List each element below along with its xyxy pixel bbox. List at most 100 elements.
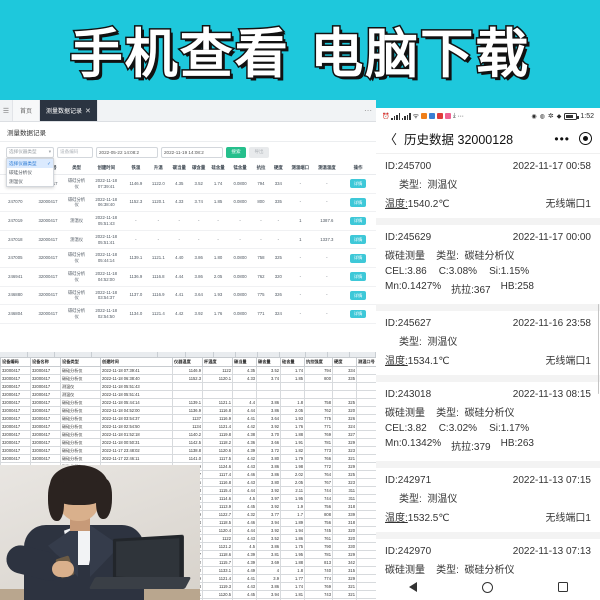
spreadsheet-row[interactable]: 32000417 32000417 碳硅分析仪 2022-11-18 03:54:37… [0,414,376,423]
table-cell-id: 246804 [0,304,31,324]
table-cell-si: 1.74 [208,174,228,194]
history-record-list[interactable]: ID:245700 2022-11-17 00:58 类型: 测温仪 温度:1540.… [376,154,600,574]
nav-home-icon[interactable] [481,581,493,593]
table-row[interactable]: 247018 32000417 测温仪 2022-11-18 05:51:41- - - -… [0,230,376,250]
record-metrics-row-1: CEL:3.86 C:3.08% Si:1.15% [385,266,591,277]
spreadsheet-row[interactable]: 32000417 32000417 碳硅分析仪 2022-11-18 01:52:18… [0,430,376,439]
record-type: 类型: 碳硅分析仪 [436,408,515,419]
history-record-card[interactable]: ID:245700 2022-11-17 00:58 类型: 测温仪 温度:1540.… [376,154,600,218]
dropdown-option-2[interactable]: 测温仪 [7,177,53,186]
spreadsheet-cell [304,390,333,399]
row-detail-button[interactable]: 详情 [349,235,367,244]
date-to-input[interactable]: 2022-11-19 14:08:2 [161,146,223,158]
spreadsheet-cell: 1.79 [280,454,305,463]
close-icon[interactable]: ✕ [85,107,91,115]
spreadsheet-cell: 334 [332,366,357,375]
table-row[interactable]: 246804 32000417 碳硅分析仪 2022-11-18 02:54:50 11… [0,304,376,324]
spreadsheet-row[interactable]: 32000417 32000417 碳硅分析仪 2022-11-18 00:50:31… [0,438,376,447]
spreadsheet-cell: 4.46 [232,470,257,479]
spreadsheet-cell [356,526,376,535]
row-detail-button[interactable]: 详情 [349,309,367,319]
table-cell-time: 2022-11-18 05:51:43 [87,211,125,231]
history-record-card[interactable]: ID:242971 2022-11-13 07:15 类型: 测温仪 温度:1532.… [376,468,600,532]
record-temperature: 温度:1532.5℃ [385,513,450,524]
spreadsheet-cell: 3.92 [256,502,281,511]
battery-icon [564,112,579,120]
device-code-input[interactable]: 设备编码 [57,146,93,158]
device-type-select[interactable]: 选择仪器类型 ▾ [6,146,54,158]
target-icon[interactable] [579,132,592,145]
spreadsheet-cell: 4.49 [232,566,257,575]
spreadsheet-cell: 1122 [202,366,233,375]
menu-icon[interactable]: ☰ [0,100,13,121]
spreadsheet-cell: 3.94 [256,518,281,527]
spreadsheet-cell: 1121.4 [202,574,233,583]
row-detail-button[interactable]: 详情 [349,198,367,207]
metric-mn: Mn:0.1427% [385,281,442,292]
spreadsheet-row[interactable]: 32000417 32000417 碳硅分析仪 2022-11-18 04:52:00… [0,406,376,415]
table-cell-port: - [287,304,314,324]
history-record-card[interactable]: ID:243018 2022-11-13 08:15 碳硅测量 类型: 碳硅分析仪 C… [376,382,600,461]
date-from-input[interactable]: 2022-05-22 14:08:2 [96,146,158,158]
device-type-dropdown[interactable]: 选择仪器类型 ✓ 碳硅分析仪 测温仪 [6,158,54,187]
table-cell-mn: 0.0800 [227,248,253,268]
spreadsheet-cell [356,446,376,455]
history-record-card[interactable]: ID:245627 2022-11-16 23:58 类型: 测温仪 温度:1534.… [376,311,600,375]
spreadsheet-row[interactable]: 32000417 32000417 碳硅分析仪 2022-11-17 23:48:02… [0,446,376,455]
table-row[interactable]: 247005 32000417 碳硅分析仪 2022-11-18 05:44:14 11… [0,248,376,268]
history-record-card[interactable]: ID:245629 2022-11-17 00:00 碳硅测量 类型: 碳硅分析仪 C… [376,225,600,304]
spreadsheet-cell: 3.86 [256,398,281,407]
row-detail-button[interactable]: 详情 [349,291,367,300]
table-row[interactable]: 247070 32000417 碳硅分析仪 2022-11-18 06:38:40 11… [0,193,376,213]
table-cell-id: 246941 [0,267,31,287]
spreadsheet-row[interactable]: 32000417 32000417 碳硅分析仪 2022-11-18 05:44:14… [0,398,376,407]
row-detail-button[interactable]: 详情 [349,272,367,282]
row-detail-button[interactable]: 详情 [349,179,367,189]
spreadsheet-cell: 1120.4 [202,526,233,535]
table-row[interactable]: 247019 32000417 测温仪 2022-11-18 05:51:43- - - -… [0,211,376,231]
more-dots-icon[interactable]: ••• [554,132,570,146]
table-cell-c: 3.64 [188,286,209,306]
back-chevron-icon[interactable]: 〈 [384,129,397,148]
table-cell-ce: 4.35 [169,174,189,194]
spreadsheet-cell: 766 [304,454,333,463]
spreadsheet-cell: 756 [304,502,333,511]
spreadsheet-cell: 1121.4 [202,422,233,431]
search-button[interactable]: 搜索 [226,146,246,158]
spreadsheet-row[interactable]: 32000417 32000417 碳硅分析仪 2022-11-17 22:46:11… [0,454,376,463]
spreadsheet-column-headers[interactable] [0,352,376,357]
spreadsheet-cell [356,422,376,431]
tab-home[interactable]: 首页 [13,100,41,121]
nav-back-icon[interactable] [408,582,417,592]
export-button[interactable]: 导出 [249,146,269,158]
table-cell-hb: 334 [269,174,288,194]
dropdown-option-0[interactable]: 选择仪器类型 ✓ [7,159,53,168]
more-icon: ⋯ [457,113,464,120]
table-row[interactable]: 24714432000417碳硅分析仪2022-11-18 07:39:4111… [0,174,376,194]
spreadsheet-cell: 4.5 [232,542,257,551]
tab-overflow-icon[interactable]: ⋯ [364,100,372,121]
table-row[interactable]: 246880 32000417 碳硅分析仪 2022-11-18 03:54:37 11… [0,286,376,306]
spreadsheet-row[interactable]: 32000417 32000417 碳硅分析仪 2022-11-18 07:39:41… [0,366,376,375]
row-detail-button[interactable]: 详情 [349,253,367,263]
spreadsheet-cell: 3.70 [256,430,281,439]
row-detail-button[interactable]: 详情 [349,216,367,226]
mute-icon: ◍ [539,113,545,120]
table-cell-port: - [287,248,314,268]
spreadsheet-row[interactable]: 3200041732000417测温仪2022-11-18 05:51:4311… [0,382,376,391]
spreadsheet-header-2: 设备类型 [60,357,101,367]
table-row[interactable]: 246941 32000417 碳硅分析仪 2022-11-18 04:52:00 11… [0,267,376,287]
spreadsheet-cell: 1 [356,382,376,391]
spreadsheet-row[interactable]: 3200041732000417测温仪2022-11-18 05:51:4111… [0,390,376,399]
dropdown-option-1[interactable]: 碳硅分析仪 [7,168,53,177]
spreadsheet-row[interactable]: 32000417 32000417 碳硅分析仪 2022-11-18 06:38:40… [0,374,376,383]
nav-recents-icon[interactable] [557,582,568,592]
tab-measurement-records[interactable]: 测量数据记录 ✕ [40,100,98,121]
page-title: 历史数据 32000128 [404,133,514,147]
history-record-card[interactable]: ID:2429702022-11-13 07:13碳硅测量 类型: 碳硅分析仪C… [376,539,600,574]
spreadsheet-cell: 339 [332,510,357,519]
spreadsheet-cell: 测温仪 [60,382,101,391]
scrollbar-thumb[interactable] [597,304,599,394]
spreadsheet-cell: 4.32 [232,510,257,519]
spreadsheet-row[interactable]: 32000417 32000417 碳硅分析仪 2022-11-18 02:54:50… [0,422,376,431]
